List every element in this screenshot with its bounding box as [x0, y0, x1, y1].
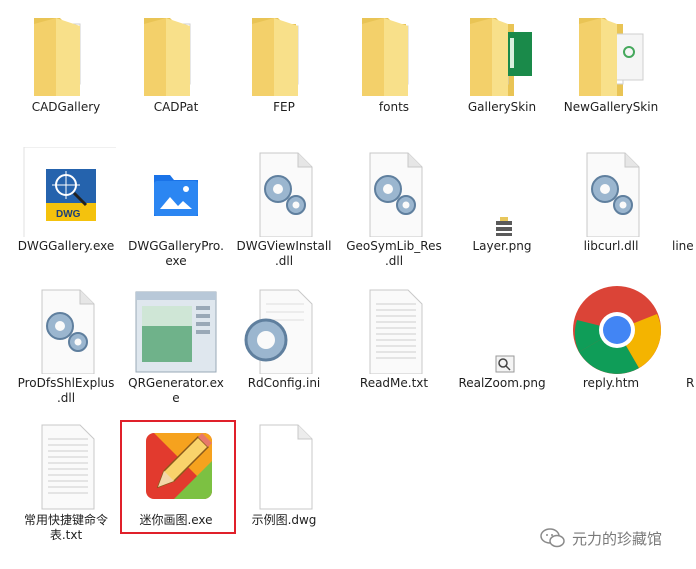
dll-gear-icon	[234, 147, 334, 237]
file-label: Layer.png	[472, 239, 532, 253]
file-label: GallerySkin	[467, 100, 537, 114]
file-label: CADPat	[153, 100, 199, 114]
paint-app-icon	[126, 421, 226, 511]
dll-gear-icon	[16, 284, 116, 374]
dll-gear-icon	[344, 147, 444, 237]
file-item-prodfsshlexplus-dll[interactable]: ProDfsShlExplus .dll	[10, 284, 122, 406]
layer-png-icon	[452, 147, 552, 237]
file-item-galleryskin[interactable]: GallerySkin	[446, 8, 558, 115]
ini-gear-icon	[234, 284, 334, 374]
file-item-dwggallerypro-exe[interactable]: DWGGalleryPro. exe	[120, 147, 232, 269]
file-label: fonts	[378, 100, 410, 114]
watermark: 元力的珍藏馆	[540, 524, 662, 552]
photo-app-icon	[126, 147, 226, 237]
file-label: DWGGallery.exe	[17, 239, 115, 253]
file-label: R	[686, 376, 695, 390]
window-app-icon	[126, 284, 226, 374]
file-item-r-partial[interactable]: R	[686, 284, 696, 391]
file-label: DWGGalleryPro. exe	[128, 239, 224, 268]
file-item-libcurl-dll[interactable]: libcurl.dll	[555, 147, 667, 254]
file-item-qrgenerator-exe[interactable]: QRGenerator.ex e	[120, 284, 232, 406]
folder-icon	[452, 8, 552, 98]
file-item-reply-htm[interactable]: reply.htm	[555, 284, 667, 391]
blank-file-icon	[234, 421, 334, 511]
file-item-realzoom-png[interactable]: RealZoom.png	[446, 284, 558, 391]
folder-icon	[561, 8, 661, 98]
file-item-mini-paint-exe[interactable]: 迷你画图.exe	[120, 421, 232, 528]
file-item-fonts[interactable]: fonts	[338, 8, 450, 115]
chrome-icon	[561, 284, 661, 374]
file-label: ReadMe.txt	[359, 376, 429, 390]
file-item-sample-dwg[interactable]: 示例图.dwg	[228, 421, 340, 528]
svg-text:DWG: DWG	[56, 209, 81, 220]
folder-icon	[344, 8, 444, 98]
file-label: RdConfig.ini	[247, 376, 321, 390]
file-item-cadpat[interactable]: CADPat	[120, 8, 232, 115]
file-label: QRGenerator.ex e	[128, 376, 224, 405]
file-item-dwgviewinstall-dll[interactable]: DWGViewInstall .dll	[228, 147, 340, 269]
folder-icon	[234, 8, 334, 98]
file-label: 示例图.dwg	[251, 513, 317, 527]
file-label: FEP	[273, 100, 295, 114]
file-item-cadgallery[interactable]: CADGallery	[10, 8, 122, 115]
partial-file-icon	[672, 147, 696, 237]
folder-icon	[16, 8, 116, 98]
file-label: RealZoom.png	[458, 376, 546, 390]
file-label: libcurl.dll	[583, 239, 639, 253]
text-file-icon	[16, 421, 116, 511]
file-label: 常用快捷键命令 表.txt	[23, 513, 108, 542]
dwg-app-icon: DWG	[16, 147, 116, 237]
file-item-shortcut-txt[interactable]: 常用快捷键命令 表.txt	[10, 421, 122, 543]
file-item-geosymlib-dll[interactable]: GeoSymLib_Res .dll	[338, 147, 450, 269]
file-item-newgalleryskin[interactable]: NewGallerySkin	[555, 8, 667, 115]
watermark-text: 元力的珍藏馆	[572, 529, 663, 548]
folder-icon	[126, 8, 226, 98]
file-label: CADGallery	[31, 100, 101, 114]
file-item-layer-png[interactable]: Layer.png	[446, 147, 558, 254]
file-label: 迷你画图.exe	[139, 513, 213, 527]
file-label: GeoSymLib_Res .dll	[346, 239, 442, 268]
file-item-readme-txt[interactable]: ReadMe.txt	[338, 284, 450, 391]
file-item-dwggallery-exe[interactable]: DWG DWGGallery.exe	[10, 147, 122, 254]
file-label: NewGallerySkin	[563, 100, 659, 114]
file-label: line	[672, 239, 694, 253]
file-item-line-partial[interactable]: line	[672, 147, 696, 254]
file-item-fep[interactable]: FEP	[228, 8, 340, 115]
partial-file-icon	[686, 284, 696, 374]
file-label: reply.htm	[582, 376, 640, 390]
file-label: ProDfsShlExplus .dll	[17, 376, 115, 405]
zoom-png-icon	[452, 284, 552, 374]
file-label: DWGViewInstall .dll	[236, 239, 332, 268]
wechat-icon	[540, 527, 566, 549]
file-item-rdconfig-ini[interactable]: RdConfig.ini	[228, 284, 340, 391]
text-file-icon	[344, 284, 444, 374]
dll-gear-icon	[561, 147, 661, 237]
